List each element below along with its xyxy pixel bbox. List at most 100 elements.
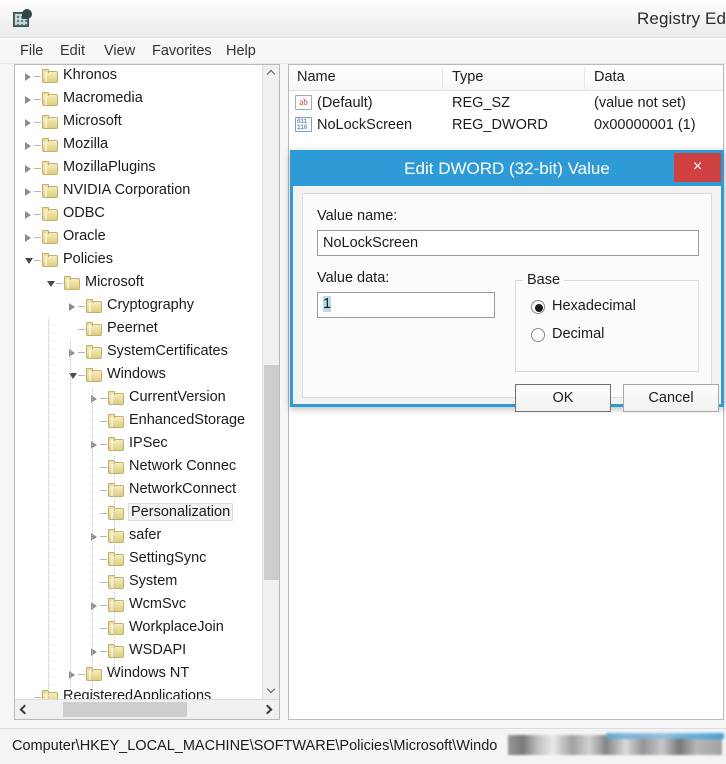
tree-item-label: NVIDIA Corporation [63, 182, 191, 198]
tree-item-label: Mozilla [63, 136, 109, 152]
expander-closed-icon[interactable] [25, 73, 31, 81]
tree-item-wcmsvc[interactable]: WcmSvc [15, 594, 263, 617]
list-column-name[interactable]: Name [297, 69, 336, 85]
vertical-scroll-thumb[interactable] [264, 365, 279, 580]
tree-item-cryptography[interactable]: Cryptography [15, 295, 263, 318]
expander-closed-icon[interactable] [25, 234, 31, 242]
tree-item-windows[interactable]: Windows [15, 364, 263, 387]
table-row[interactable]: 011 110 NoLockScreen REG_DWORD 0x00000001 (1… [289, 114, 723, 136]
chevron-right-icon [262, 704, 273, 715]
tree-connector [100, 513, 107, 514]
ok-button[interactable]: OK [515, 384, 611, 412]
status-bar: Computer\HKEY_LOCAL_MACHINE\SOFTWARE\Pol… [0, 728, 726, 764]
expander-open-icon[interactable] [25, 258, 33, 264]
tree-connector [78, 674, 85, 675]
scroll-up-button[interactable] [263, 65, 279, 82]
value-name-label: Value name: [317, 208, 398, 224]
folder-icon [86, 345, 102, 359]
list-column-type[interactable]: Type [452, 69, 483, 85]
tree-connector [100, 490, 107, 491]
tree-item-microsoft[interactable]: Microsoft [15, 272, 263, 295]
tree-item-enhancedstorage[interactable]: EnhancedStorage [15, 410, 263, 433]
tree-item-mozillaplugins[interactable]: MozillaPlugins [15, 157, 263, 180]
cancel-button[interactable]: Cancel [623, 384, 719, 412]
registry-tree-pane: Khronos Macromedia Microsoft Mozilla Mozilla… [14, 64, 280, 720]
tree-item-khronos[interactable]: Khronos [15, 65, 263, 88]
expander-closed-icon[interactable] [25, 211, 31, 219]
value-name-input[interactable] [317, 230, 699, 256]
expander-closed-icon[interactable] [25, 119, 31, 127]
scroll-down-button[interactable] [263, 682, 279, 699]
tree-item-label: Peernet [107, 320, 158, 336]
tree-item-odbc[interactable]: ODBC [15, 203, 263, 226]
dword-value-icon: 011 110 [295, 117, 312, 132]
tree-item-network-connec[interactable]: Network Connec [15, 456, 263, 479]
tree-item-safer[interactable]: safer [15, 525, 263, 548]
scroll-right-button[interactable] [260, 700, 279, 719]
tree-item-wsdapi[interactable]: WSDAPI [15, 640, 263, 663]
menu-item-view[interactable]: View [100, 41, 139, 61]
tree-connector [100, 605, 107, 606]
column-separator[interactable] [584, 67, 585, 89]
expander-open-icon[interactable] [47, 281, 55, 287]
tree-item-personalization[interactable]: Personalization [15, 502, 263, 525]
expander-closed-icon[interactable] [25, 96, 31, 104]
folder-icon [108, 483, 124, 497]
column-separator[interactable] [442, 67, 443, 89]
tree-connector [78, 329, 85, 330]
chevron-down-icon [266, 684, 276, 694]
tree-connector [34, 191, 41, 192]
expander-closed-icon[interactable] [69, 303, 75, 311]
tree-guide-line [48, 318, 49, 699]
menu-item-edit[interactable]: Edit [56, 41, 89, 61]
tree-item-registeredapplications[interactable]: RegisteredApplications [15, 686, 263, 699]
cell-data: (value not set) [594, 95, 686, 111]
tree-item-policies[interactable]: Policies [15, 249, 263, 272]
tree-item-label: Macromedia [63, 90, 143, 106]
menu-item-file[interactable]: File [16, 41, 47, 61]
tree-connector [34, 237, 41, 238]
tree-item-system[interactable]: System [15, 571, 263, 594]
tree-connector [100, 559, 107, 560]
tree-connector [34, 145, 41, 146]
chevron-left-icon [19, 704, 30, 715]
menu-item-help[interactable]: Help [222, 41, 260, 61]
tree-item-workplacejoin[interactable]: WorkplaceJoin [15, 617, 263, 640]
folder-icon [108, 414, 124, 428]
horizontal-scroll-thumb[interactable] [63, 702, 187, 717]
value-data-input[interactable]: 1 [317, 292, 495, 318]
tree-vertical-scrollbar[interactable] [262, 65, 279, 699]
tree-item-macromedia[interactable]: Macromedia [15, 88, 263, 111]
tree-item-oracle[interactable]: Oracle [15, 226, 263, 249]
value-data-label: Value data: [317, 270, 390, 286]
tree-item-mozilla[interactable]: Mozilla [15, 134, 263, 157]
expander-closed-icon[interactable] [25, 142, 31, 150]
tree-guide-line [70, 341, 71, 699]
tree-item-windows-nt[interactable]: Windows NT [15, 663, 263, 686]
tree-item-settingsync[interactable]: SettingSync [15, 548, 263, 571]
expander-closed-icon[interactable] [25, 165, 31, 173]
tree-item-nvidia-corporation[interactable]: NVIDIA Corporation [15, 180, 263, 203]
list-column-data[interactable]: Data [594, 69, 625, 85]
tree-item-peernet[interactable]: Peernet [15, 318, 263, 341]
table-row[interactable]: ab (Default) REG_SZ (value not set) [289, 92, 723, 114]
tree-item-microsoft[interactable]: Microsoft [15, 111, 263, 134]
scroll-left-button[interactable] [15, 700, 34, 719]
tree-connector [100, 467, 107, 468]
expander-closed-icon[interactable] [25, 188, 31, 196]
tree-item-networkconnect[interactable]: NetworkConnect [15, 479, 263, 502]
tree-item-label: EnhancedStorage [129, 412, 246, 428]
tree-horizontal-scrollbar[interactable] [15, 699, 279, 719]
tree-item-ipsec[interactable]: IPSec [15, 433, 263, 456]
folder-icon [86, 322, 102, 336]
menu-item-favorites[interactable]: Favorites [148, 41, 216, 61]
cell-type: REG_DWORD [452, 117, 548, 133]
registry-tree[interactable]: Khronos Macromedia Microsoft Mozilla Mozilla… [15, 65, 263, 699]
list-header: Name Type Data [289, 65, 723, 91]
tree-item-systemcertificates[interactable]: SystemCertificates [15, 341, 263, 364]
dialog-close-button[interactable]: × [674, 153, 721, 182]
cell-data: 0x00000001 (1) [594, 117, 696, 133]
tree-item-label: Cryptography [107, 297, 195, 313]
tree-item-currentversion[interactable]: CurrentVersion [15, 387, 263, 410]
folder-icon [108, 460, 124, 474]
